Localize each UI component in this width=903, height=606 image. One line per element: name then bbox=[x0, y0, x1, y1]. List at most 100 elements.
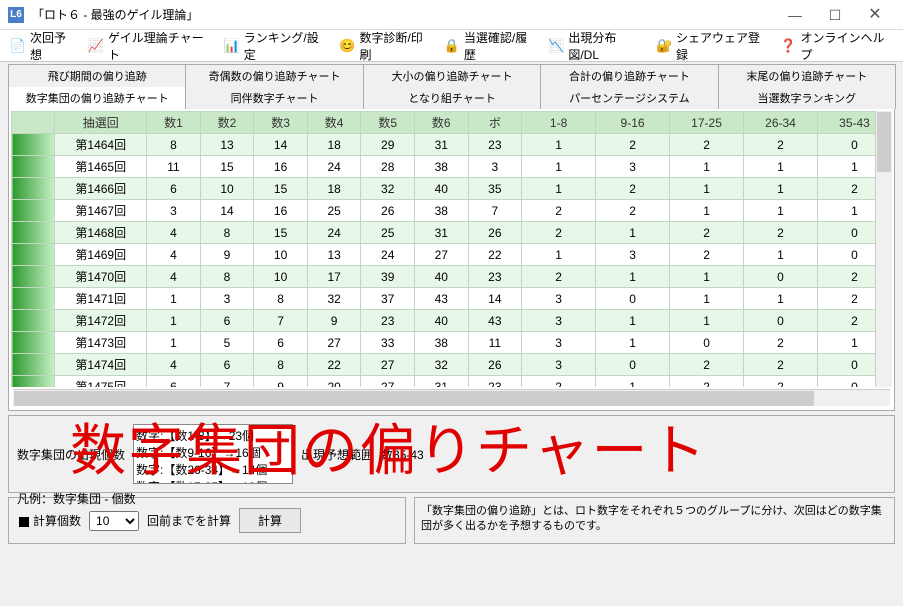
toolbar-シェアウェア登録[interactable]: 🔐シェアウェア登録 bbox=[650, 25, 774, 67]
data-cell: 25 bbox=[361, 222, 415, 244]
tab-数字集団の偏り追跡チャート[interactable]: 数字集団の偏り追跡チャート bbox=[8, 87, 186, 109]
tab-大小の偏り追跡チャート[interactable]: 大小の偏り追跡チャート bbox=[363, 64, 541, 87]
data-cell: 2 bbox=[522, 266, 596, 288]
row-indicator bbox=[12, 244, 55, 266]
draw-cell: 第1472回 bbox=[55, 310, 147, 332]
data-cell: 2 bbox=[670, 134, 744, 156]
toolbar-当選確認/履歴[interactable]: 🔒当選確認/履歴 bbox=[438, 25, 542, 67]
col-数4[interactable]: 数4 bbox=[307, 112, 361, 134]
data-cell: 26 bbox=[468, 222, 522, 244]
table-row[interactable]: 第1464回813141829312312220 bbox=[12, 134, 892, 156]
data-cell: 22 bbox=[468, 244, 522, 266]
draw-cell: 第1467回 bbox=[55, 200, 147, 222]
group-count-list[interactable]: 数字:【数1-8】→23個数字:【数9-16】→16個数字:【数26-34】→1… bbox=[133, 424, 293, 484]
data-cell: 23 bbox=[468, 266, 522, 288]
table-row[interactable]: 第1469回49101324272213210 bbox=[12, 244, 892, 266]
toolbar-オンラインヘルプ[interactable]: ❓オンラインヘルプ bbox=[775, 25, 899, 67]
table-row[interactable]: 第1465回111516242838313111 bbox=[12, 156, 892, 178]
calc-label: 計算個数 bbox=[19, 512, 81, 529]
col-抽選回[interactable]: 抽選回 bbox=[55, 112, 147, 134]
data-cell: 32 bbox=[414, 354, 468, 376]
horizontal-scrollbar[interactable] bbox=[13, 389, 890, 406]
data-cell: 1 bbox=[596, 376, 670, 388]
col-数6[interactable]: 数6 bbox=[414, 112, 468, 134]
table-row[interactable]: 第1466回610151832403512112 bbox=[12, 178, 892, 200]
row-indicator bbox=[12, 266, 55, 288]
data-cell: 3 bbox=[468, 156, 522, 178]
draw-cell: 第1474回 bbox=[55, 354, 147, 376]
table-row[interactable]: 第1468回48152425312621220 bbox=[12, 222, 892, 244]
table-row[interactable]: 第1471回1383237431430112 bbox=[12, 288, 892, 310]
data-cell: 8 bbox=[147, 134, 201, 156]
data-cell: 24 bbox=[307, 156, 361, 178]
data-cell: 3 bbox=[596, 156, 670, 178]
col-ボ[interactable]: ボ bbox=[468, 112, 522, 134]
list-item[interactable]: 数字:【数1-8】→23個 bbox=[136, 427, 290, 444]
table-row[interactable]: 第1474回4682227322630220 bbox=[12, 354, 892, 376]
tab-合計の偏り追跡チャート[interactable]: 合計の偏り追跡チャート bbox=[540, 64, 718, 87]
col-数2[interactable]: 数2 bbox=[200, 112, 254, 134]
toolbar-icon: 📈 bbox=[88, 38, 104, 54]
table-row[interactable]: 第1473回1562733381131021 bbox=[12, 332, 892, 354]
data-cell: 1 bbox=[147, 332, 201, 354]
toolbar-出現分布図/DL[interactable]: 📉出現分布図/DL bbox=[542, 25, 650, 67]
data-cell: 2 bbox=[596, 178, 670, 200]
summary-panel: 数字集団の出現個数 数字:【数1-8】→23個数字:【数9-16】→16個数字:… bbox=[8, 415, 895, 493]
toolbar-ランキング/設定[interactable]: 📊ランキング/設定 bbox=[218, 25, 334, 67]
data-cell: 10 bbox=[254, 266, 308, 288]
data-cell: 25 bbox=[307, 200, 361, 222]
table-row[interactable]: 第1472回167923404331102 bbox=[12, 310, 892, 332]
col-数5[interactable]: 数5 bbox=[361, 112, 415, 134]
tab-パーセンテージシステム[interactable]: パーセンテージシステム bbox=[540, 87, 718, 109]
toolbar-ゲイル理論チャート[interactable]: 📈ゲイル理論チャート bbox=[82, 25, 218, 67]
data-cell: 0 bbox=[596, 354, 670, 376]
tab-末尾の偏り追跡チャート[interactable]: 末尾の偏り追跡チャート bbox=[718, 64, 896, 87]
data-cell: 3 bbox=[147, 200, 201, 222]
data-cell: 2 bbox=[744, 222, 818, 244]
data-cell: 2 bbox=[522, 200, 596, 222]
data-cell: 27 bbox=[414, 244, 468, 266]
row-indicator bbox=[12, 200, 55, 222]
col-9-16[interactable]: 9-16 bbox=[596, 112, 670, 134]
calc-count-select[interactable]: 10 bbox=[89, 511, 139, 531]
data-cell: 17 bbox=[307, 266, 361, 288]
data-cell: 2 bbox=[670, 244, 744, 266]
tab-同伴数字チャート[interactable]: 同伴数字チャート bbox=[185, 87, 363, 109]
tab-奇偶数の偏り追跡チャート[interactable]: 奇偶数の偏り追跡チャート bbox=[185, 64, 363, 87]
data-cell: 0 bbox=[744, 266, 818, 288]
list-item[interactable]: 数字:【数17-25】→12個 bbox=[136, 478, 290, 484]
col-数3[interactable]: 数3 bbox=[254, 112, 308, 134]
table-row[interactable]: 第1470回48101739402321102 bbox=[12, 266, 892, 288]
vertical-scrollbar[interactable] bbox=[875, 111, 892, 387]
toolbar-icon: 😊 bbox=[339, 38, 355, 54]
col-[interactable] bbox=[12, 112, 55, 134]
data-cell: 15 bbox=[254, 222, 308, 244]
data-cell: 3 bbox=[522, 332, 596, 354]
data-grid: 抽選回数1数2数3数4数5数6ボ1-89-1617-2526-3435-43 第… bbox=[11, 111, 892, 387]
data-cell: 31 bbox=[414, 134, 468, 156]
list-item[interactable]: 数字:【数9-16】→16個 bbox=[136, 444, 290, 461]
row-indicator bbox=[12, 222, 55, 244]
toolbar-次回予想[interactable]: 📄次回予想 bbox=[4, 25, 82, 67]
tab-飛び期間の偏り追跡[interactable]: 飛び期間の偏り追跡 bbox=[8, 64, 186, 87]
table-row[interactable]: 第1467回31416252638722111 bbox=[12, 200, 892, 222]
tab-当選数字ランキング[interactable]: 当選数字ランキング bbox=[718, 87, 896, 109]
data-cell: 14 bbox=[254, 134, 308, 156]
col-数1[interactable]: 数1 bbox=[147, 112, 201, 134]
calc-button[interactable]: 計算 bbox=[239, 508, 301, 533]
table-row[interactable]: 第1475回6792027312321220 bbox=[12, 376, 892, 388]
data-cell: 1 bbox=[670, 310, 744, 332]
data-cell: 8 bbox=[200, 222, 254, 244]
data-cell: 38 bbox=[414, 200, 468, 222]
app-icon: L6 bbox=[8, 7, 24, 23]
data-cell: 1 bbox=[596, 310, 670, 332]
col-26-34[interactable]: 26-34 bbox=[744, 112, 818, 134]
list-item[interactable]: 数字:【数26-34】→14個 bbox=[136, 461, 290, 478]
col-1-8[interactable]: 1-8 bbox=[522, 112, 596, 134]
col-17-25[interactable]: 17-25 bbox=[670, 112, 744, 134]
draw-cell: 第1471回 bbox=[55, 288, 147, 310]
tab-となり組チャート[interactable]: となり組チャート bbox=[363, 87, 541, 109]
draw-cell: 第1465回 bbox=[55, 156, 147, 178]
data-cell: 15 bbox=[200, 156, 254, 178]
toolbar-数字診断/印刷[interactable]: 😊数字診断/印刷 bbox=[333, 25, 437, 67]
